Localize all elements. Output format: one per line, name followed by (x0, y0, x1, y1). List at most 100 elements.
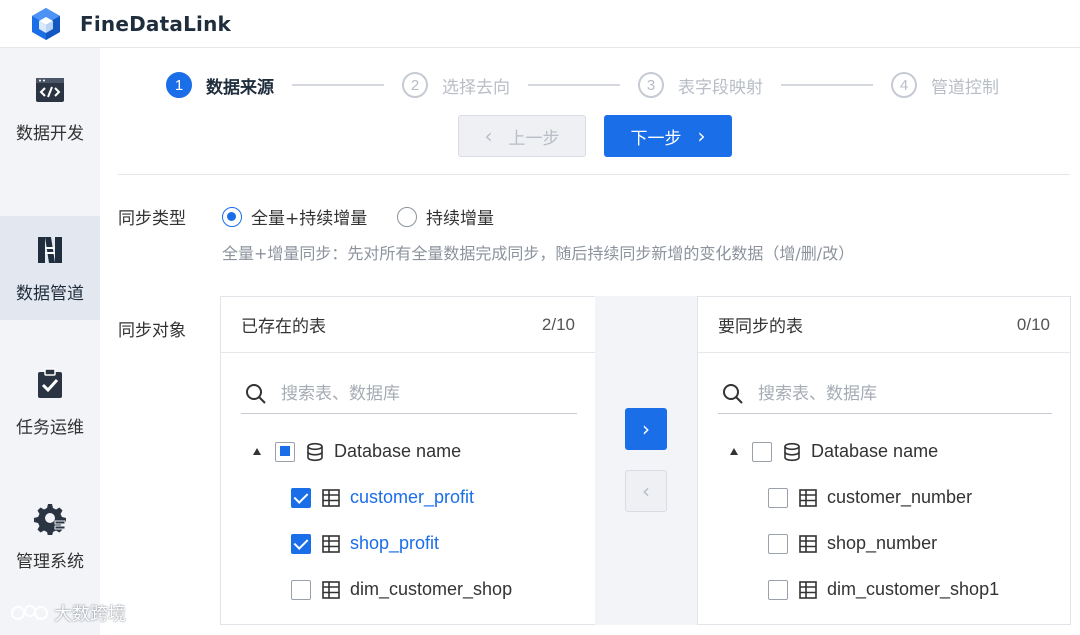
database-row[interactable]: Database name (730, 441, 938, 462)
expand-triangle-icon[interactable] (253, 448, 261, 455)
prev-step-label: 上一步 (508, 128, 560, 149)
step-number: 4 (891, 72, 917, 98)
radio-label: 全量+持续增量 (251, 209, 368, 229)
target-search-input[interactable] (758, 383, 1038, 404)
step-label: 选择去向 (442, 77, 510, 98)
chevron-right-icon: › (697, 124, 706, 148)
step-data-source[interactable]: 1 数据来源 (166, 72, 274, 98)
table-checkbox[interactable] (768, 487, 788, 508)
gear-icon (34, 503, 66, 535)
step-label: 表字段映射 (678, 77, 763, 98)
table-checkbox-checked[interactable] (291, 487, 311, 508)
table-icon (322, 580, 340, 599)
step-label: 管道控制 (931, 77, 999, 98)
table-icon (799, 580, 817, 599)
chevron-left-icon: ‹ (484, 124, 493, 148)
radio-incremental-only[interactable]: 持续增量 (397, 204, 494, 229)
source-table-panel: 已存在的表 2/10 Database name customer_profit… (220, 296, 596, 625)
sidebar-item-data-pipeline[interactable]: 数据管道 (0, 216, 100, 320)
table-checkbox[interactable] (768, 579, 788, 600)
step-indicator: 1 数据来源 2 选择去向 3 表字段映射 4 管道控制 (166, 72, 999, 98)
table-row[interactable]: shop_number (768, 533, 937, 554)
chevron-right-icon: › (642, 417, 650, 441)
target-table-panel: 要同步的表 0/10 Database name customer_number… (697, 296, 1071, 625)
database-name: Database name (811, 441, 939, 461)
sidebar-item-management[interactable]: 管理系统 (0, 484, 100, 588)
table-icon (799, 488, 817, 507)
target-search (718, 374, 1052, 414)
table-name: dim_customer_shop1 (827, 579, 1000, 599)
table-row[interactable]: dim_customer_shop1 (768, 579, 999, 600)
step-number: 2 (402, 72, 428, 98)
radio-label: 持续增量 (426, 209, 494, 229)
watermark: 大数跨境 (10, 600, 126, 626)
sync-type-description: 全量+增量同步：先对所有全量数据完成同步，随后持续同步新增的变化数据（增/删/改… (222, 244, 855, 263)
task-check-icon (38, 367, 62, 398)
sidebar-item-data-development[interactable]: 数据开发 (0, 56, 100, 160)
table-row[interactable]: shop_profit (291, 533, 439, 554)
step-pipeline-control[interactable]: 4 管道控制 (891, 72, 999, 98)
divider (118, 174, 1070, 175)
app-title: FineDataLink (80, 11, 232, 36)
table-name: customer_number (827, 487, 973, 507)
finedatalink-logo-icon (32, 7, 60, 40)
next-step-label: 下一步 (630, 128, 682, 149)
step-connector (292, 84, 384, 86)
panel-title: 已存在的表 (241, 317, 326, 337)
selection-count: 2/10 (541, 314, 575, 334)
panel-title: 要同步的表 (718, 317, 803, 337)
radio-circle[interactable] (397, 206, 417, 227)
table-icon (799, 534, 817, 553)
table-name: customer_profit (350, 487, 475, 507)
step-label: 数据来源 (206, 77, 274, 98)
table-checkbox[interactable] (291, 579, 311, 600)
table-row[interactable]: customer_number (768, 487, 972, 508)
source-search-input[interactable] (281, 383, 561, 404)
step-select-destination[interactable]: 2 选择去向 (402, 72, 510, 98)
table-checkbox-checked[interactable] (291, 533, 311, 554)
pipeline-icon (38, 236, 62, 263)
step-connector (781, 84, 873, 86)
next-step-button[interactable]: 下一步 › (604, 115, 732, 157)
database-name: Database name (334, 441, 462, 461)
table-row[interactable]: customer_profit (291, 487, 474, 508)
panel-header: 已存在的表 2/10 (221, 297, 595, 353)
search-icon (246, 383, 266, 404)
expand-triangle-icon[interactable] (730, 448, 738, 455)
database-row[interactable]: Database name (253, 441, 461, 462)
table-icon (322, 488, 340, 507)
step-number: 3 (638, 72, 664, 98)
selection-count: 0/10 (1016, 314, 1050, 334)
panel-header: 要同步的表 0/10 (698, 297, 1070, 353)
sidebar-item-label: 管理系统 (16, 551, 84, 572)
move-left-button[interactable]: ‹ (625, 470, 667, 512)
watermark-text: 大数跨境 (54, 604, 126, 625)
sync-type-label: 同步类型 (118, 209, 186, 229)
table-name: shop_number (827, 533, 938, 553)
table-checkbox[interactable] (768, 533, 788, 554)
step-field-mapping[interactable]: 3 表字段映射 (638, 72, 763, 98)
radio-full-plus-incremental[interactable]: 全量+持续增量 (222, 204, 367, 229)
table-name: shop_profit (350, 533, 440, 553)
chevron-left-icon: ‹ (642, 479, 650, 503)
sidebar: 数据开发 数据管道 任务运维 管理系统 (0, 48, 100, 635)
radio-circle-checked[interactable] (222, 206, 242, 227)
database-checkbox[interactable] (752, 441, 772, 462)
table-name: dim_customer_shop (350, 579, 513, 599)
database-checkbox-partial[interactable] (275, 441, 295, 462)
watermark-logo-icon (11, 605, 48, 620)
step-number: 1 (166, 72, 192, 98)
source-search (241, 374, 577, 414)
sync-object-label: 同步对象 (118, 321, 186, 341)
table-icon (322, 534, 340, 553)
database-icon (307, 442, 323, 461)
database-icon (784, 442, 800, 461)
table-row[interactable]: dim_customer_shop (291, 579, 512, 600)
prev-step-button[interactable]: ‹ 上一步 (458, 115, 586, 157)
transfer-controls: › ‹ (595, 296, 697, 625)
move-right-button[interactable]: › (625, 408, 667, 450)
search-icon (723, 383, 743, 404)
sidebar-item-task-ops[interactable]: 任务运维 (0, 350, 100, 454)
top-bar: FineDataLink (0, 0, 1080, 48)
sidebar-item-label: 数据管道 (16, 283, 84, 304)
